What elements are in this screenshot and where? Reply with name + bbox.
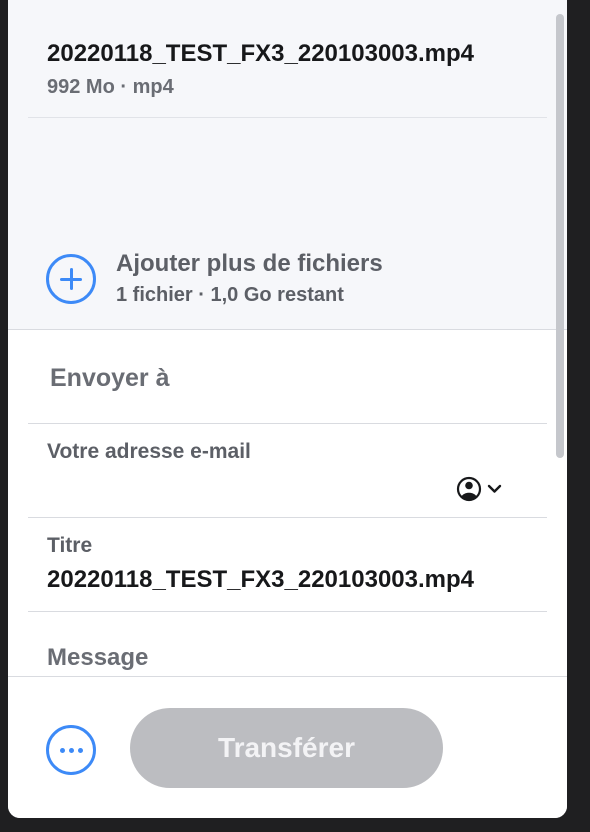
- user-circle-icon: [456, 476, 502, 502]
- transfer-panel: 20220118_TEST_FX3_220103003.mp4 992 Mo ·…: [8, 0, 567, 818]
- title-field-label: Titre: [47, 534, 93, 557]
- file-name: 20220118_TEST_FX3_220103003.mp4: [47, 40, 474, 67]
- more-options-button[interactable]: [46, 725, 96, 775]
- scrollbar[interactable]: [556, 14, 564, 458]
- files-remaining-status: 1 fichier · 1,0 Go restant: [116, 284, 344, 306]
- more-horizontal-icon: [59, 747, 65, 753]
- file-meta: 992 Mo · mp4: [47, 76, 174, 98]
- chevron-down-icon: [487, 484, 502, 493]
- title-value[interactable]: 20220118_TEST_FX3_220103003.mp4: [47, 566, 507, 594]
- send-to-label: Envoyer à: [50, 364, 170, 392]
- add-more-files-button[interactable]: Ajouter plus de fichiers 1 fichier · 1,0…: [46, 248, 526, 314]
- email-field-label: Votre adresse e-mail: [47, 440, 251, 463]
- contact-picker-button[interactable]: [456, 474, 504, 504]
- add-more-files-label: Ajouter plus de fichiers: [116, 250, 383, 277]
- footer-bar: Transférer: [8, 676, 567, 818]
- plus-circle-icon[interactable]: [46, 254, 96, 304]
- send-to-field[interactable]: Envoyer à: [28, 330, 547, 424]
- file-list: 20220118_TEST_FX3_220103003.mp4 992 Mo ·…: [8, 0, 567, 330]
- title-field[interactable]: Titre 20220118_TEST_FX3_220103003.mp4: [28, 518, 547, 612]
- email-field[interactable]: Votre adresse e-mail: [28, 424, 547, 518]
- message-field-label[interactable]: Message: [47, 644, 148, 672]
- transfer-button[interactable]: Transférer: [130, 708, 443, 788]
- file-item[interactable]: 20220118_TEST_FX3_220103003.mp4 992 Mo ·…: [28, 0, 547, 118]
